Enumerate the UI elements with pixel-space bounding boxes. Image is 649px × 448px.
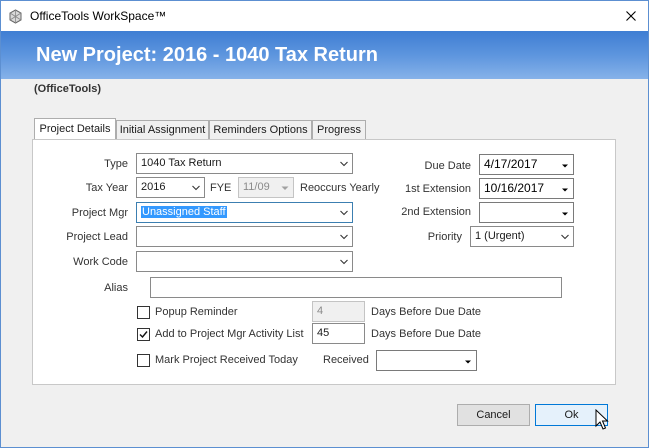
- chevron-down-icon: [340, 259, 348, 265]
- chevron-down-icon: [340, 210, 348, 216]
- title-bar: OfficeTools WorkSpace™: [1, 1, 648, 31]
- type-label: Type: [104, 158, 128, 170]
- mark-received-label: Mark Project Received Today: [155, 354, 298, 366]
- first-extension-picker[interactable]: 10/16/2017: [479, 178, 574, 199]
- activity-days-input[interactable]: 45: [312, 323, 365, 344]
- reoccurs-yearly-label: Reoccurs Yearly: [300, 182, 380, 194]
- type-dropdown[interactable]: 1040 Tax Return: [136, 153, 353, 174]
- chevron-down-icon: [562, 188, 568, 192]
- tab-reminders-options[interactable]: Reminders Options: [209, 120, 312, 139]
- add-activity-label: Add to Project Mgr Activity List: [155, 328, 304, 340]
- chevron-down-icon: [340, 234, 348, 240]
- due-date-picker[interactable]: 4/17/2017: [479, 154, 574, 175]
- popup-reminder-days-input: 4: [312, 301, 365, 322]
- tab-progress[interactable]: Progress: [312, 120, 366, 139]
- second-extension-picker[interactable]: [479, 202, 574, 223]
- chevron-down-icon: [562, 212, 568, 216]
- due-date-label: Due Date: [424, 160, 471, 172]
- first-extension-label: 1st Extension: [404, 183, 471, 195]
- window-title: OfficeTools WorkSpace™: [30, 9, 167, 23]
- close-button[interactable]: [615, 5, 647, 27]
- project-mgr-label: Project Mgr: [71, 207, 128, 219]
- dialog-window: OfficeTools WorkSpace™ New Project: 2016…: [0, 0, 649, 448]
- received-date-picker[interactable]: [376, 350, 477, 371]
- chevron-down-icon: [192, 185, 200, 191]
- project-mgr-dropdown[interactable]: Unassigned Staff: [136, 202, 353, 223]
- header-banner: New Project: 2016 - 1040 Tax Return: [1, 31, 648, 79]
- tax-year-label: Tax Year: [85, 182, 128, 194]
- close-icon: [626, 11, 636, 21]
- chevron-down-icon: [562, 164, 568, 168]
- work-code-dropdown[interactable]: [136, 251, 353, 272]
- tab-initial-assignment[interactable]: Initial Assignment: [116, 120, 209, 139]
- popup-reminder-days-suffix: Days Before Due Date: [371, 306, 482, 318]
- banner-title: New Project: 2016 - 1040 Tax Return: [36, 44, 378, 66]
- alias-label: Alias: [104, 282, 128, 294]
- project-lead-label: Project Lead: [66, 231, 128, 243]
- chevron-down-icon: [281, 186, 289, 190]
- mark-received-checkbox[interactable]: [137, 354, 150, 367]
- checkmark-icon: [139, 331, 148, 339]
- second-extension-label: 2nd Extension: [401, 206, 471, 218]
- cancel-button[interactable]: Cancel: [457, 404, 530, 426]
- chevron-down-icon: [465, 360, 471, 364]
- chevron-down-icon: [561, 234, 569, 240]
- work-code-label: Work Code: [73, 256, 128, 268]
- alias-input[interactable]: [150, 277, 562, 298]
- received-label: Received: [323, 354, 369, 366]
- chevron-down-icon: [340, 161, 348, 167]
- tax-year-dropdown[interactable]: 2016: [136, 177, 205, 198]
- fye-label: FYE: [210, 182, 232, 194]
- priority-label: Priority: [427, 231, 462, 243]
- add-activity-checkbox[interactable]: [137, 328, 150, 341]
- firm-subtitle: (OfficeTools): [34, 83, 102, 95]
- popup-reminder-checkbox[interactable]: [137, 306, 150, 319]
- priority-dropdown[interactable]: 1 (Urgent): [470, 226, 574, 247]
- project-details-panel: Type Tax Year Project Mgr Project Lead W…: [32, 139, 616, 385]
- tab-project-details[interactable]: Project Details: [34, 118, 116, 139]
- fye-dropdown: 11/09: [238, 177, 294, 198]
- activity-days-suffix: Days Before Due Date: [371, 328, 482, 340]
- popup-reminder-label: Popup Reminder: [155, 306, 238, 318]
- officetools-app-icon: [8, 9, 23, 24]
- project-lead-dropdown[interactable]: [136, 226, 353, 247]
- mouse-pointer-icon: [595, 408, 609, 431]
